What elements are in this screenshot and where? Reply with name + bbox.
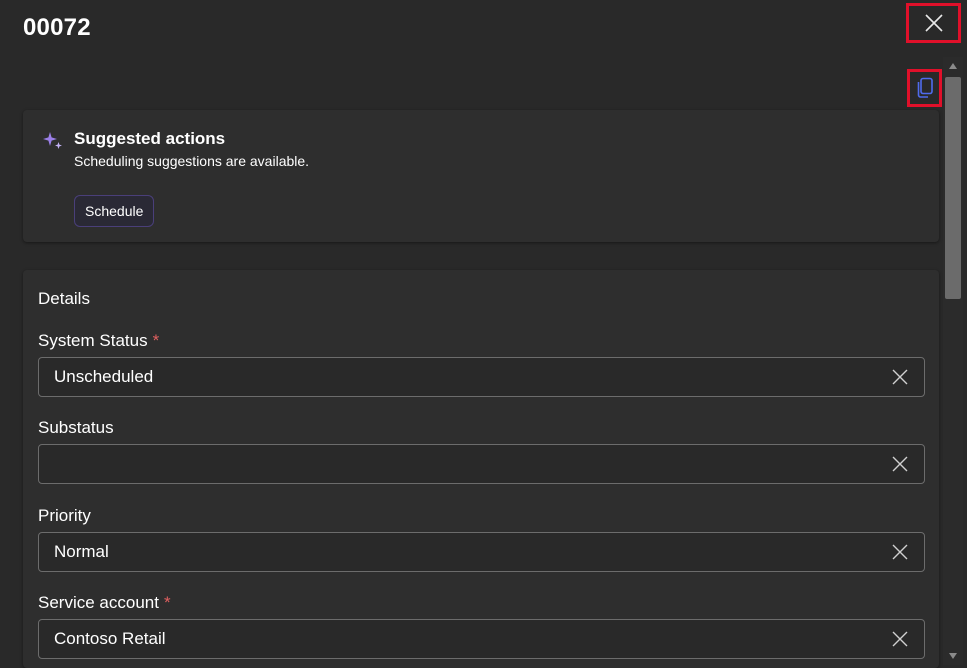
service-account-label: Service account * xyxy=(38,593,171,612)
clear-icon[interactable] xyxy=(880,445,920,483)
scrollbar[interactable] xyxy=(943,57,963,665)
substatus-field[interactable] xyxy=(38,444,925,484)
schedule-button[interactable]: Schedule xyxy=(74,195,155,227)
copy-button[interactable] xyxy=(907,69,942,107)
clear-icon[interactable] xyxy=(880,620,920,658)
scroll-down-arrow[interactable] xyxy=(949,653,957,659)
system-status-field[interactable]: Unscheduled xyxy=(38,357,925,397)
details-card: Details System Status * Unscheduled Subst… xyxy=(23,270,939,668)
service-account-value: Contoso Retail xyxy=(54,629,166,648)
priority-value: Normal xyxy=(54,542,109,561)
sparkle-icon xyxy=(43,132,62,149)
substatus-label: Substatus xyxy=(38,418,114,437)
scroll-up-arrow[interactable] xyxy=(949,63,957,69)
clear-icon[interactable] xyxy=(880,358,920,396)
suggested-actions-card: Suggested actions Scheduling suggestions… xyxy=(23,110,939,242)
details-section-title: Details xyxy=(38,289,90,308)
priority-label: Priority xyxy=(38,506,91,525)
service-account-field[interactable]: Contoso Retail xyxy=(38,619,925,659)
suggested-actions-subtitle: Scheduling suggestions are available. xyxy=(74,153,310,169)
suggested-actions-title: Suggested actions xyxy=(74,129,226,148)
page-title: 00072 xyxy=(23,14,91,41)
copy-icon xyxy=(917,77,933,98)
system-status-value: Unscheduled xyxy=(54,367,154,386)
priority-field[interactable]: Normal xyxy=(38,532,925,572)
system-status-label: System Status * xyxy=(38,331,160,350)
close-button[interactable] xyxy=(906,3,961,43)
clear-icon[interactable] xyxy=(880,533,920,571)
required-indicator: * xyxy=(152,331,160,350)
scroll-thumb[interactable] xyxy=(945,77,961,299)
close-icon xyxy=(924,14,943,32)
required-indicator: * xyxy=(163,593,171,612)
